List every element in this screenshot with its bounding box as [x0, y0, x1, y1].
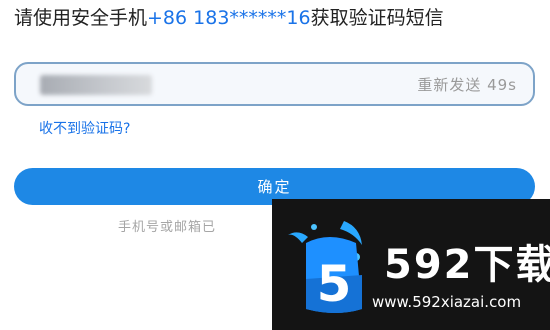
watermark-url: www.592xiazai.com — [372, 293, 522, 311]
site-watermark: 5 592下载 www.592xiazai.com — [272, 199, 550, 330]
watermark-logo: 5 — [284, 213, 374, 317]
verification-prompt: 请使用安全手机+86 183******16获取验证码短信 — [14, 4, 544, 32]
watermark-title: 592下载 — [384, 242, 550, 288]
watermark-logo-digit: 5 — [317, 255, 352, 313]
hint-text: 手机号或邮箱已 — [118, 220, 217, 235]
resend-code-countdown[interactable]: 重新发送 49s — [417, 74, 517, 95]
prompt-trail-text: 获取验证码短信 — [310, 7, 444, 29]
no-code-received-link[interactable]: 收不到验证码? — [39, 118, 130, 138]
entered-code-blurred — [40, 75, 152, 95]
masked-phone-number: +86 183******16 — [147, 7, 311, 29]
prompt-lead-text: 请使用安全手机 — [14, 7, 148, 29]
verification-code-input[interactable]: 重新发送 49s — [14, 62, 535, 106]
